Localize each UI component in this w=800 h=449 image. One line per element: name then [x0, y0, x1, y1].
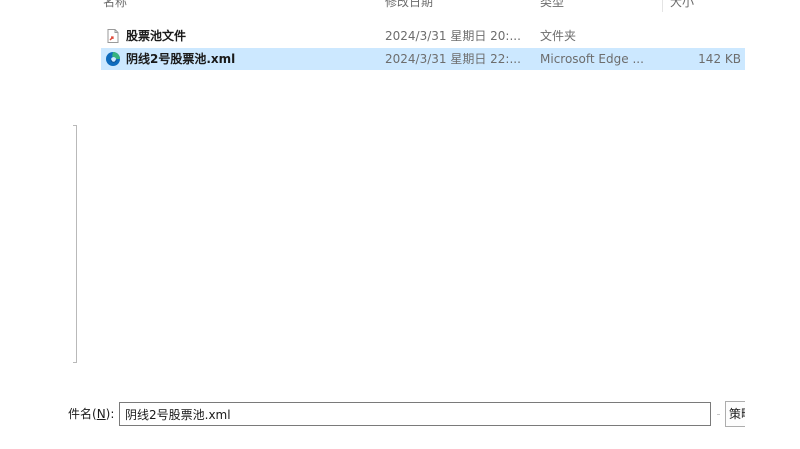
- file-type: 文件夹: [540, 29, 577, 43]
- file-save-dialog: 名称 修改日期 类型 大小 股票池文件 2024/3/31 星期日 20:...…: [0, 0, 800, 449]
- file-date: 2024/3/31 星期日 22:...: [385, 52, 521, 66]
- filename-label-suffix: ):: [105, 407, 115, 421]
- file-size: 142 KB: [698, 52, 741, 66]
- filename-label-accelerator: N: [96, 407, 106, 421]
- filename-label: 件名(N):: [68, 404, 114, 424]
- file-row-xml[interactable]: 阴线2号股票池.xml 2024/3/31 星期日 22:... Microso…: [101, 48, 745, 70]
- column-header-size[interactable]: 大小: [670, 0, 694, 9]
- file-name: 阴线2号股票池.xml: [126, 52, 236, 66]
- column-header-date[interactable]: 修改日期: [385, 0, 433, 9]
- file-date: 2024/3/31 星期日 20:...: [385, 29, 521, 43]
- column-header-type[interactable]: 类型: [540, 0, 564, 9]
- file-type-filter[interactable]: 策略: [725, 401, 745, 427]
- column-header-name[interactable]: 名称: [103, 0, 127, 9]
- file-size: [661, 25, 741, 47]
- filename-input[interactable]: [119, 402, 711, 426]
- file-name: 股票池文件: [126, 29, 187, 43]
- navigation-pane-scrollbar[interactable]: [72, 125, 77, 363]
- filename-combo-divider: [717, 414, 720, 415]
- file-row-folder[interactable]: 股票池文件 2024/3/31 星期日 20:... 文件夹: [101, 25, 745, 47]
- column-separator[interactable]: [662, 0, 663, 12]
- filename-label-prefix: 件名(: [68, 407, 97, 421]
- edge-icon: [105, 51, 121, 67]
- folder-shortcut-icon: [105, 28, 121, 44]
- file-type: Microsoft Edge ...: [540, 52, 644, 66]
